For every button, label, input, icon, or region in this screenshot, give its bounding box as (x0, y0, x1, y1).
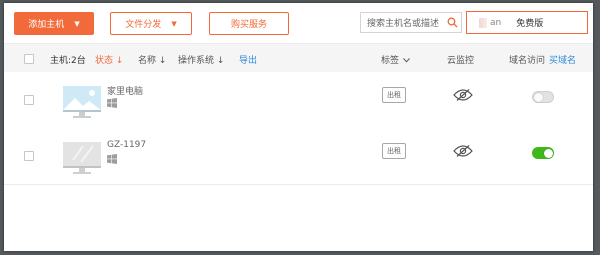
chevron-down-icon: ▼ (74, 19, 80, 28)
rent-tag-button[interactable]: 出租 (382, 143, 406, 159)
windows-icon (107, 154, 117, 164)
buy-domain-link[interactable]: 买域名 (549, 53, 576, 66)
table-row[interactable]: GZ-1197 出租 (4, 128, 593, 185)
row-checkbox[interactable] (24, 95, 34, 105)
toolbar: 添加主机 ▼ 文件分发 ▼ 购买服务 搜索主机名或描述 an 免费版 (4, 3, 593, 43)
domain-access-header: 域名访问 (509, 56, 546, 66)
select-all-checkbox[interactable] (24, 54, 34, 64)
file-distribution-label: 文件分发 (125, 20, 162, 30)
file-distribution-button[interactable]: 文件分发 ▼ (110, 12, 192, 35)
account-box[interactable]: an 免费版 (466, 11, 588, 34)
host-count: 主机:2台 (50, 56, 86, 66)
tags-label: 标签 (381, 56, 400, 66)
device-name[interactable]: 家里电脑 (107, 84, 143, 97)
domain-access-toggle[interactable] (532, 147, 554, 159)
toggle-knob (544, 148, 553, 158)
table-header: 主机:2台 状态 ↓ 名称 ↓ 操作系统 ↓ 导出 标签 云监控 域名访问 买域… (4, 43, 593, 73)
computer-thumbnail-icon (63, 86, 101, 118)
monitor-header: 云监控 (447, 56, 475, 66)
search-placeholder: 搜索主机名或描述 (367, 19, 440, 29)
rent-tag-button[interactable]: 出租 (382, 87, 406, 103)
tags-header[interactable]: 标签 (381, 53, 410, 66)
device-name[interactable]: GZ-1197 (107, 140, 146, 150)
add-host-label: 添加主机 (28, 20, 65, 30)
account-username: an (490, 17, 502, 28)
chevron-down-icon: ▼ (171, 19, 177, 28)
buy-service-button[interactable]: 购买服务 (209, 12, 289, 35)
eye-off-icon[interactable] (453, 88, 473, 102)
buy-service-label: 购买服务 (230, 20, 267, 30)
domain-access-toggle[interactable] (532, 91, 554, 103)
add-host-button[interactable]: 添加主机 ▼ (14, 12, 94, 35)
avatar (479, 17, 487, 28)
sort-status[interactable]: 状态 ↓ (95, 53, 123, 66)
export-link[interactable]: 导出 (239, 53, 257, 66)
search-input[interactable]: 搜索主机名或描述 (360, 12, 462, 33)
chevron-down-icon (403, 58, 410, 63)
sort-name[interactable]: 名称 ↓ (138, 53, 166, 66)
windows-icon (107, 98, 117, 108)
toggle-knob (534, 93, 543, 102)
sort-os[interactable]: 操作系统 ↓ (178, 53, 224, 66)
account-plan: 免费版 (516, 19, 544, 29)
search-icon[interactable] (447, 17, 458, 28)
row-checkbox[interactable] (24, 151, 34, 161)
eye-off-icon[interactable] (453, 144, 473, 158)
app-window: 添加主机 ▼ 文件分发 ▼ 购买服务 搜索主机名或描述 an 免费版 主机:2台… (4, 3, 593, 251)
computer-thumbnail-icon (63, 142, 101, 174)
table-row[interactable]: 家里电脑 出租 (4, 72, 593, 129)
